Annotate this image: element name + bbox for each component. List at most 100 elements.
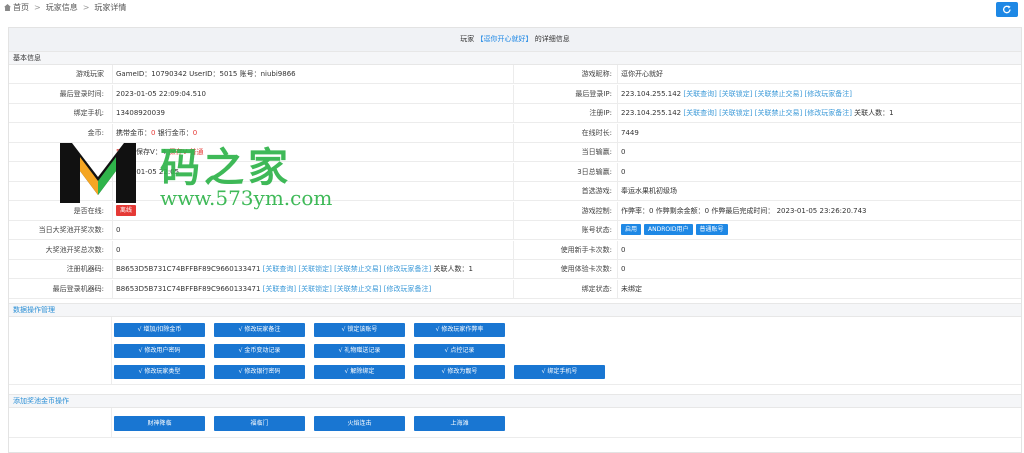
op-button[interactable]: √ 解除绑定 [314, 365, 405, 379]
field-value: 作弊率：0 作弊剩余金额：0 作弊最后完成时间： 2023-01-05 23:2… [617, 201, 1021, 220]
action-link[interactable]: [修改玩家备注] [384, 285, 431, 293]
related-count: 关联人数：1 [433, 265, 473, 273]
field-label: 当日输赢: [581, 148, 612, 156]
field-value: 启用 ANDROID用户 普通账号 [617, 221, 1021, 239]
refresh-button[interactable] [996, 2, 1018, 17]
title-prefix: 玩家 [460, 35, 475, 43]
value-text: 0 [116, 245, 121, 254]
field-value: 0 [617, 240, 1021, 259]
action-link[interactable]: [关联查询] [683, 109, 716, 117]
field-value: 7449 [617, 123, 1021, 142]
value-text: 0 [621, 167, 626, 176]
ops-area: √ 增加/扣除金币 √ 修改玩家备注 √ 锁定该账号 √ 修改玩家作弊率 √ 修改用户密… [9, 317, 1021, 385]
gold-button[interactable]: 上海滩 [414, 416, 505, 431]
field-value: 223.104.255.142 [关联查询] [关联锁定] [关联禁止交易] [… [617, 104, 1021, 122]
op-button[interactable]: √ 修改用户密码 [114, 344, 205, 358]
op-button[interactable]: √ 修改玩家类型 [114, 365, 205, 379]
field-value: 奉运水果机初级场 [617, 182, 1021, 200]
action-link[interactable]: [修改玩家备注] [804, 90, 851, 98]
value-text: 逗你开心就好 [621, 70, 663, 78]
value-text: 13408920039 [116, 109, 165, 117]
breadcrumb-player-detail: 玩家详情 [94, 3, 127, 12]
value-text: 0 [621, 245, 626, 254]
op-button[interactable]: √ 点控记录 [414, 344, 505, 358]
action-link[interactable]: [修改玩家备注] [384, 265, 431, 273]
breadcrumb-home[interactable]: 首页 [13, 3, 29, 12]
info-row: 游戏玩家 GameID：10790342 UserID：5015 账号：niubi… [9, 65, 1021, 84]
action-link[interactable]: [关联禁止交易] [334, 285, 381, 293]
section-basic-info: 基本信息 [9, 51, 1021, 65]
op-button[interactable]: √ 修改玩家备注 [214, 323, 305, 337]
field-label: 最后登录时间: [9, 84, 108, 103]
field-label: 在线时长: [581, 128, 612, 137]
action-link[interactable]: [关联禁止交易] [755, 90, 802, 98]
breadcrumb: 首页 > 玩家信息 > 玩家详情 [4, 2, 126, 13]
action-link[interactable]: [关联禁止交易] [334, 265, 381, 273]
op-button[interactable]: √ 礼物赠送记录 [314, 344, 405, 358]
value-text: GameID：10790342 UserID：5015 账号：niubi9866 [116, 70, 296, 78]
status-tag: 普通账号 [695, 224, 728, 235]
page-title: 玩家 【逗你开心就好】 的详细信息 [9, 28, 1021, 51]
breadcrumb-player-info[interactable]: 玩家信息 [46, 3, 78, 12]
value-text: B8653D5B731C74BFFBF89C9660133471 [116, 284, 261, 293]
action-link[interactable]: [关联锁定] [719, 90, 752, 98]
field-value: 0 [112, 221, 514, 239]
action-link[interactable]: [关联禁止交易] [755, 109, 802, 117]
op-button[interactable]: √ 修改玩家作弊率 [414, 323, 505, 337]
op-button[interactable]: √ 绑定手机号 [514, 365, 605, 379]
value-text: 未绑定 [621, 284, 642, 293]
value-text: 223.104.255.142 [621, 89, 682, 98]
value-text: 0 [621, 148, 626, 156]
field-label: 首选游戏: [581, 187, 612, 195]
action-link[interactable]: [关联锁定] [298, 265, 331, 273]
section-data-ops: 数据操作管理 [9, 303, 1021, 317]
gold-button[interactable]: 福临门 [214, 416, 305, 431]
field-label: 绑定状态: [581, 284, 612, 293]
info-row: 绑定手机: 13408920039 注册IP: 223.104.255.142 [关联… [9, 104, 1021, 123]
field-label: 使用新手卡次数: [560, 245, 612, 254]
gold-button[interactable]: 财神降临 [114, 416, 205, 431]
value-text: B8653D5B731C74BFFBF89C9660133471 [116, 265, 261, 273]
op-button[interactable]: √ 锁定该账号 [314, 323, 405, 337]
value-text: 223.104.255.142 [621, 109, 682, 117]
refresh-icon [1002, 5, 1011, 14]
action-link[interactable]: [关联查询] [263, 265, 296, 273]
title-suffix: 的详细信息 [534, 35, 570, 43]
home-icon [4, 4, 11, 11]
action-link[interactable]: [关联查询] [683, 90, 716, 98]
watermark-text: 码之家 [160, 144, 292, 191]
field-value: 13408920039 [112, 104, 514, 122]
player-detail-panel: 玩家 【逗你开心就好】 的详细信息 基本信息 游戏玩家 GameID：107903… [8, 27, 1022, 453]
status-badge: 离线 [116, 204, 137, 216]
action-link[interactable]: [修改玩家备注] [804, 109, 851, 117]
gold-left-col [9, 408, 112, 437]
op-button[interactable]: √ 增加/扣除金币 [114, 323, 205, 337]
field-value: 未绑定 [617, 279, 1021, 298]
action-link[interactable]: [关联查询] [263, 285, 296, 293]
status-tag: ANDROID用户 [644, 224, 693, 235]
field-value: GameID：10790342 UserID：5015 账号：niubi9866 [112, 65, 514, 83]
value-text: 奉运水果机初级场 [621, 187, 677, 195]
field-label: 账号状态: [581, 226, 612, 234]
op-button[interactable]: √ 修改为靓号 [414, 365, 505, 379]
action-link[interactable]: [关联锁定] [719, 109, 752, 117]
status-tag: 启用 [621, 224, 642, 235]
field-label: 游戏玩家 [9, 65, 108, 83]
field-value: 0 [112, 240, 514, 259]
field-label: 当日大奖池开奖次数: [9, 221, 108, 239]
info-row: 大奖池开奖总次数: 0 使用新手卡次数: 0 [9, 240, 1021, 260]
value-text: 作弊率：0 作弊剩余金额：0 作弊最后完成时间： 2023-01-05 23:2… [621, 206, 867, 215]
op-button[interactable]: √ 金币变动记录 [214, 344, 305, 358]
action-link[interactable]: [关联锁定] [298, 285, 331, 293]
field-value: B8653D5B731C74BFFBF89C9660133471 [关联查询] … [112, 279, 514, 298]
field-value: B8653D5B731C74BFFBF89C9660133471 [关联查询] … [112, 260, 514, 278]
value-text: 7449 [621, 128, 639, 137]
info-row: 最后登录时间: 2023-01-05 22:09:04.510 最后登录IP: 223… [9, 84, 1021, 104]
field-label: 使用体验卡次数: [560, 265, 612, 273]
value-part: 携带金币： [116, 128, 151, 137]
field-label: 最后登录机器码: [9, 279, 108, 298]
gold-button[interactable]: 火焰连击 [314, 416, 405, 431]
info-row: 当日大奖池开奖次数: 0 账号状态: 启用 ANDROID用户 普通账号 [9, 221, 1021, 240]
field-value: 0 [617, 143, 1021, 161]
op-button[interactable]: √ 修改银行密码 [214, 365, 305, 379]
